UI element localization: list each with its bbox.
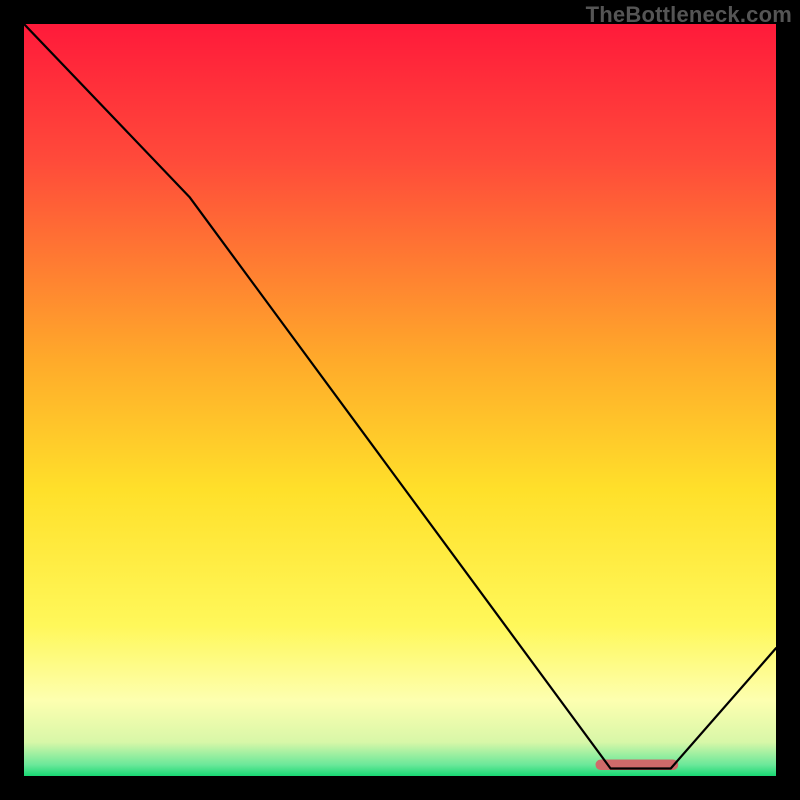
bottleneck-chart [24, 24, 776, 776]
chart-frame: TheBottleneck.com [0, 0, 800, 800]
watermark-text: TheBottleneck.com [586, 2, 792, 28]
gradient-fill [24, 24, 776, 776]
plot-area [24, 24, 776, 776]
